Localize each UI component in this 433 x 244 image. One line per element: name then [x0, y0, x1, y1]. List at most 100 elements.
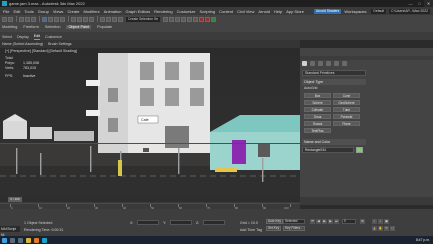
object-name-field[interactable]: Rectangle034 [302, 147, 354, 153]
windows-start-icon[interactable] [2, 237, 7, 243]
schematic-view-icon[interactable] [187, 16, 193, 22]
time-slider-thumb[interactable]: 0 / 100 [8, 197, 22, 202]
search-icon[interactable] [10, 237, 15, 243]
task-view-icon[interactable] [18, 237, 23, 243]
move-icon[interactable] [71, 16, 76, 22]
x-coordinate-field[interactable] [137, 220, 159, 225]
ribbon-tab-modeling[interactable]: Modeling [2, 25, 17, 29]
menu-content[interactable]: Content [219, 9, 233, 14]
hierarchy-tab-icon[interactable] [318, 61, 323, 66]
current-frame-field[interactable]: 0 [342, 219, 356, 224]
viewport-label[interactable]: [+] [Perspective] [Standard] [Default Sh… [5, 49, 77, 53]
box-button[interactable]: Box [304, 93, 331, 98]
menu-group[interactable]: Group [38, 9, 49, 14]
sphere-button[interactable]: Sphere [304, 100, 331, 105]
snaps-toggle-icon[interactable] [100, 16, 105, 22]
next-frame-icon[interactable]: ▶ [328, 219, 333, 224]
autogrid-checkbox[interactable]: AutoGrid [304, 86, 317, 90]
motion-tab-icon[interactable] [326, 61, 331, 66]
menu-modifiers[interactable]: Modifiers [83, 9, 99, 14]
browser-icon[interactable] [34, 237, 39, 243]
spinner-snap-icon[interactable] [118, 16, 123, 22]
previous-frame-icon[interactable]: ◀ [316, 219, 321, 224]
torus-button[interactable]: Torus [304, 114, 331, 119]
pan-icon[interactable]: ✋ [378, 226, 383, 231]
angle-snap-icon[interactable] [106, 16, 111, 22]
zoom-extents-icon[interactable]: ▣ [384, 219, 389, 224]
go-to-end-icon[interactable]: ⏭ [334, 219, 339, 224]
link-icon[interactable] [19, 16, 24, 22]
set-key-button[interactable]: Set Key [266, 226, 282, 231]
create-tab-icon[interactable] [302, 61, 307, 66]
tube-button[interactable]: Tube [333, 107, 360, 112]
object-color-swatch[interactable] [356, 147, 363, 153]
mirror-icon[interactable] [163, 16, 169, 22]
menu-app-store[interactable]: App Store [286, 9, 304, 14]
geosphere-button[interactable]: GeoSphere [333, 100, 360, 105]
unlink-icon[interactable] [25, 16, 30, 22]
scale-icon[interactable] [83, 16, 88, 22]
minimize-button[interactable]: — [406, 0, 415, 7]
percent-snap-icon[interactable] [112, 16, 117, 22]
undo-icon[interactable] [2, 16, 7, 22]
pyramid-button[interactable]: Pyramid [333, 114, 360, 119]
align-icon[interactable] [169, 16, 175, 22]
orbit-icon[interactable]: ↻ [384, 226, 389, 231]
zoom-icon[interactable]: ⌕ [372, 219, 377, 224]
file-explorer-icon[interactable] [26, 237, 31, 243]
primitive-category-dropdown[interactable]: Standard Primitives [302, 70, 366, 76]
menu-animation[interactable]: Animation [104, 9, 122, 14]
render-production-icon[interactable] [211, 16, 217, 22]
3dsmax-taskbar-icon[interactable] [42, 237, 47, 243]
render-setup-icon[interactable] [199, 16, 205, 22]
cone-button[interactable]: Cone [333, 93, 360, 98]
menu-create[interactable]: Create [67, 9, 79, 14]
ribbon-tab-object-paint[interactable]: Object Paint [66, 25, 92, 29]
key-filters-button[interactable]: Key Filters... [283, 226, 305, 231]
utilities-tab-icon[interactable] [342, 61, 347, 66]
selected-dropdown[interactable]: Selected [283, 219, 305, 224]
zoom-all-icon[interactable]: ⌕ [378, 219, 383, 224]
menu-views[interactable]: Views [53, 9, 64, 14]
menu-rendering[interactable]: Rendering [154, 9, 172, 14]
menu-tools[interactable]: Tools [24, 9, 33, 14]
select-by-name-icon[interactable] [48, 16, 53, 22]
time-config-icon[interactable]: ⚙ [360, 219, 365, 224]
menu-scripting[interactable]: Scripting [200, 9, 216, 14]
window-crossing-icon[interactable] [60, 16, 65, 22]
perspective-viewport[interactable]: Cafe [0, 48, 300, 197]
display-tab-icon[interactable] [334, 61, 339, 66]
close-button[interactable]: ✕ [424, 0, 433, 7]
modify-tab-icon[interactable] [310, 61, 315, 66]
rectangular-selection-icon[interactable] [54, 16, 59, 22]
y-coordinate-field[interactable] [170, 220, 192, 225]
menu-customize[interactable]: Customize [177, 9, 196, 14]
layer-explorer-icon[interactable] [175, 16, 181, 22]
go-to-start-icon[interactable]: ⏮ [310, 219, 315, 224]
rotate-icon[interactable] [77, 16, 82, 22]
time-slider[interactable] [0, 197, 300, 202]
menu-graph-editors[interactable]: Graph Editors [125, 9, 150, 14]
name-and-color-rollout[interactable]: Name and Color [302, 139, 366, 145]
maxscript-listener[interactable]: MAXScript Mi [0, 226, 20, 237]
named-selection-sets-field[interactable]: Create Selection Se [126, 16, 161, 22]
menu-arnold[interactable]: Arnold [258, 9, 270, 14]
menu-file[interactable]: File [3, 9, 9, 14]
material-editor-icon[interactable] [193, 16, 199, 22]
placement-icon[interactable] [89, 16, 94, 22]
ribbon-tab-populate[interactable]: Populate [97, 25, 112, 29]
cylinder-button[interactable]: Cylinder [304, 107, 331, 112]
menu-civil-view[interactable]: Civil View [237, 9, 254, 14]
ribbon-tab-freeform[interactable]: Freeform [23, 25, 38, 29]
maximize-button[interactable]: □ [415, 0, 424, 7]
menu-edit[interactable]: Edit [13, 9, 20, 14]
user-account-button[interactable]: Arnold Shaders [313, 8, 342, 14]
brush-settings-tab[interactable]: Brush Settings [48, 42, 71, 46]
maximize-viewport-icon[interactable]: ▢ [390, 226, 395, 231]
select-object-icon[interactable] [42, 16, 47, 22]
explorer-sort-label[interactable]: Name (Sorted Ascending) [2, 42, 43, 46]
redo-icon[interactable] [8, 16, 13, 22]
menu-help[interactable]: Help [274, 9, 282, 14]
rendered-frame-window-icon[interactable] [205, 16, 211, 22]
z-coordinate-field[interactable] [203, 220, 225, 225]
